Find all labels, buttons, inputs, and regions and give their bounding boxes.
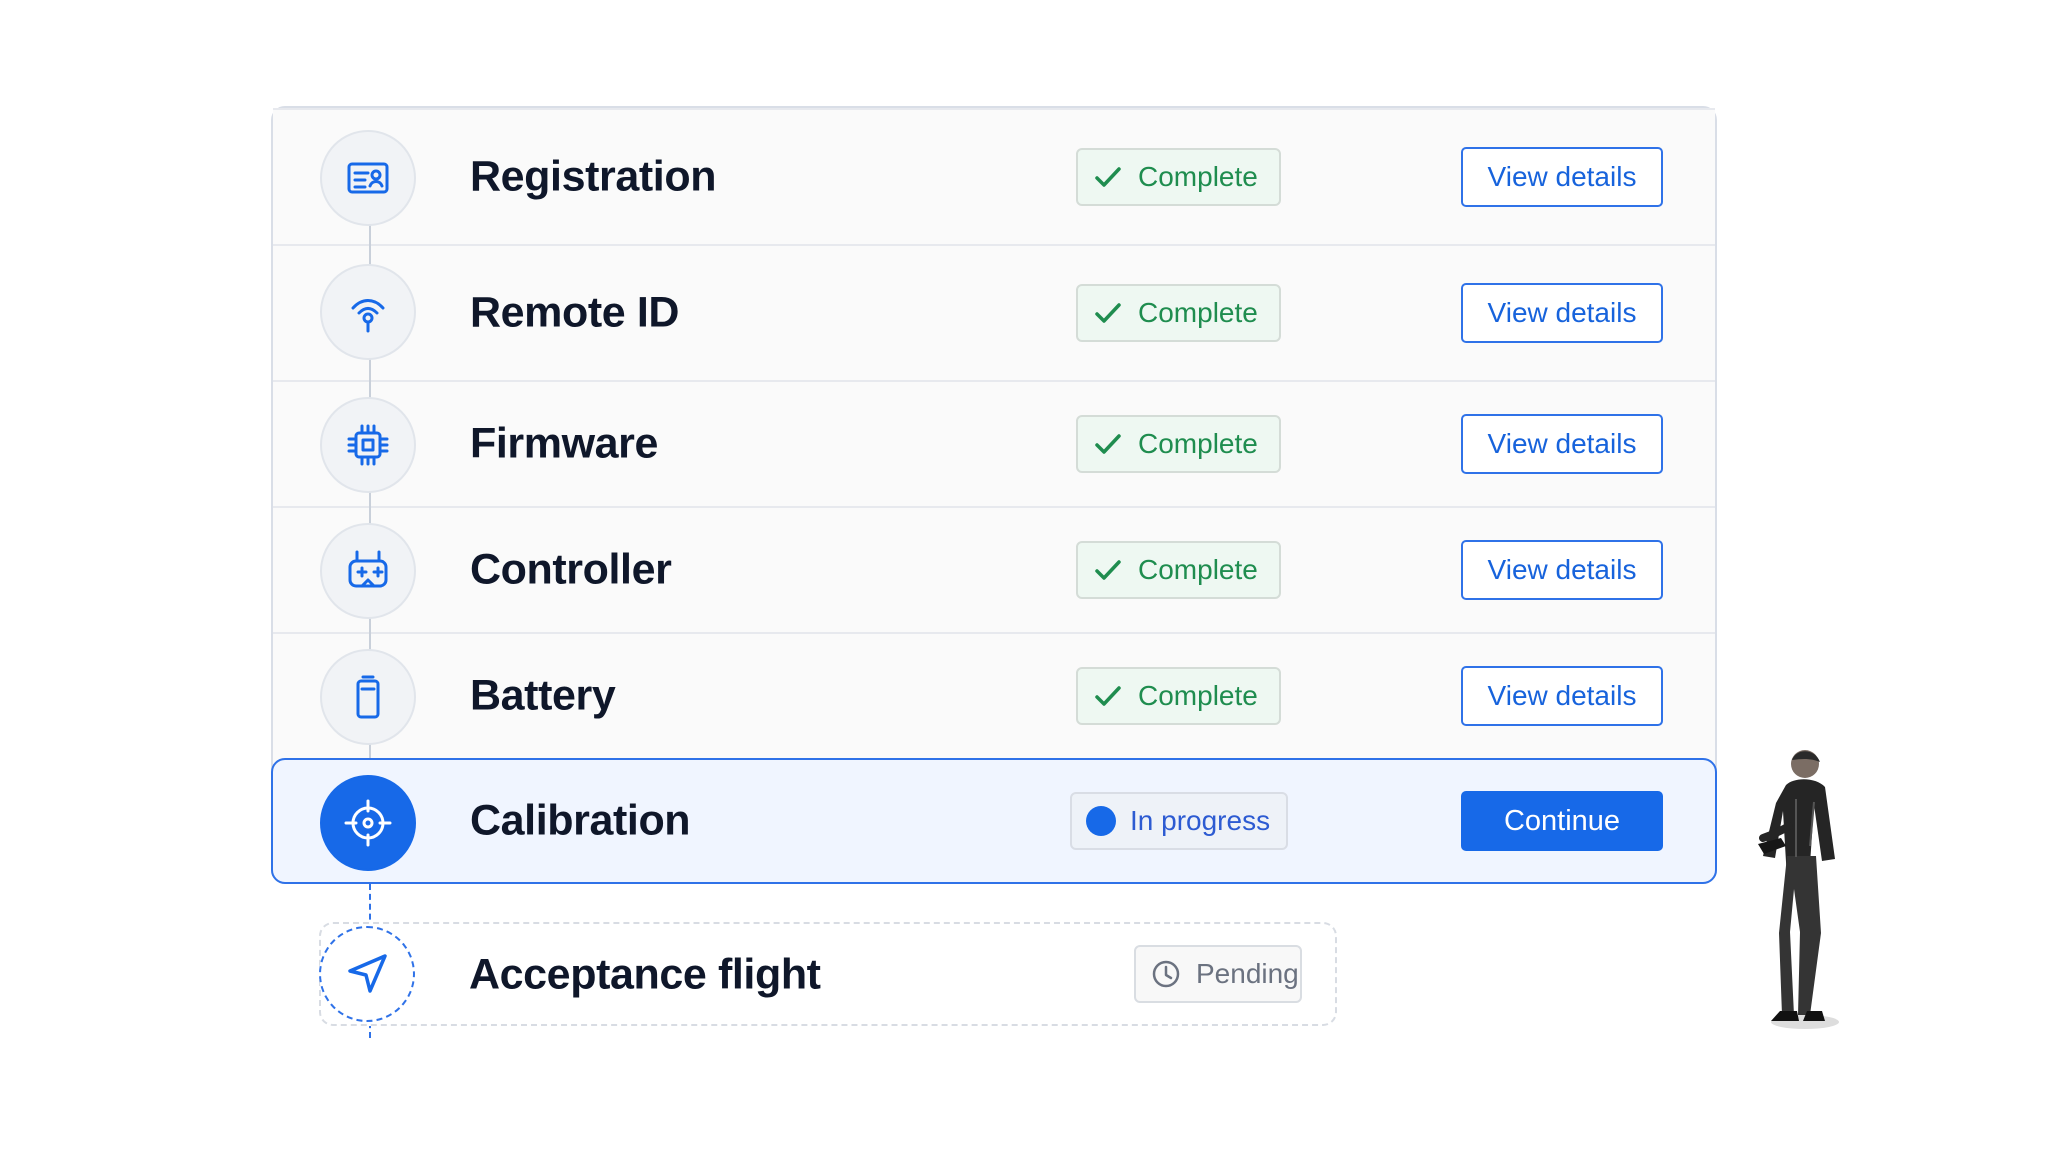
calibration-status-badge: In progress bbox=[1070, 792, 1288, 850]
firmware-row: Firmware Complete View details bbox=[273, 380, 1715, 506]
registration-view-details-button[interactable]: View details bbox=[1461, 147, 1663, 207]
acceptance-flight-status-badge: Pending bbox=[1134, 945, 1302, 1003]
remote-id-view-details-button[interactable]: View details bbox=[1461, 283, 1663, 343]
controller-view-details-button[interactable]: View details bbox=[1461, 540, 1663, 600]
chip-icon bbox=[320, 397, 416, 493]
calibration-title: Calibration bbox=[470, 796, 691, 845]
firmware-view-details-button[interactable]: View details bbox=[1461, 414, 1663, 474]
person-with-phone-icon bbox=[1758, 750, 1839, 1029]
remote-id-row: Remote ID Complete View details bbox=[273, 244, 1715, 380]
controller-status-label: Complete bbox=[1138, 554, 1258, 585]
registration-status-badge: Complete bbox=[1076, 148, 1281, 206]
battery-view-details-button[interactable]: View details bbox=[1461, 666, 1663, 726]
check-icon bbox=[1095, 686, 1121, 706]
setup-checklist: Registration Complete View details Remot… bbox=[271, 106, 1717, 1038]
progress-dot-icon bbox=[1086, 806, 1116, 836]
firmware-status-badge: Complete bbox=[1076, 415, 1281, 473]
controller-title: Controller bbox=[470, 545, 672, 594]
crosshair-icon bbox=[320, 775, 416, 871]
firmware-status-label: Complete bbox=[1138, 428, 1258, 459]
controller-row: Controller Complete View details bbox=[273, 506, 1715, 632]
check-icon bbox=[1095, 434, 1121, 454]
remote-id-status-label: Complete bbox=[1138, 297, 1258, 328]
registration-row: Registration Complete View details bbox=[273, 108, 1715, 244]
registration-title: Registration bbox=[470, 152, 717, 201]
id-card-icon bbox=[320, 130, 416, 226]
battery-status-badge: Complete bbox=[1076, 667, 1281, 725]
person-illustration bbox=[1752, 746, 1854, 1036]
acceptance-flight-status-label: Pending bbox=[1196, 958, 1299, 989]
battery-title: Battery bbox=[470, 671, 616, 720]
acceptance-flight-status-area: Pending bbox=[319, 922, 1337, 1026]
controller-icon bbox=[320, 523, 416, 619]
calibration-status-label: In progress bbox=[1130, 805, 1271, 836]
firmware-title: Firmware bbox=[470, 419, 658, 468]
remote-id-title: Remote ID bbox=[470, 288, 680, 337]
broadcast-icon bbox=[320, 264, 416, 360]
clock-icon bbox=[1152, 960, 1180, 988]
check-icon bbox=[1095, 303, 1121, 323]
registration-status-label: Complete bbox=[1138, 161, 1258, 192]
battery-status-label: Complete bbox=[1138, 680, 1258, 711]
drone-setup-checklist-page: Registration Complete View details Remot… bbox=[0, 0, 2048, 1152]
calibration-continue-button[interactable]: Continue bbox=[1461, 791, 1663, 851]
calibration-row: Calibration In progress Continue bbox=[271, 758, 1717, 884]
remote-id-status-badge: Complete bbox=[1076, 284, 1281, 342]
controller-status-badge: Complete bbox=[1076, 541, 1281, 599]
check-icon bbox=[1095, 560, 1121, 580]
battery-row: Battery Complete View details bbox=[273, 632, 1715, 758]
check-icon bbox=[1095, 167, 1121, 187]
battery-icon bbox=[320, 649, 416, 745]
